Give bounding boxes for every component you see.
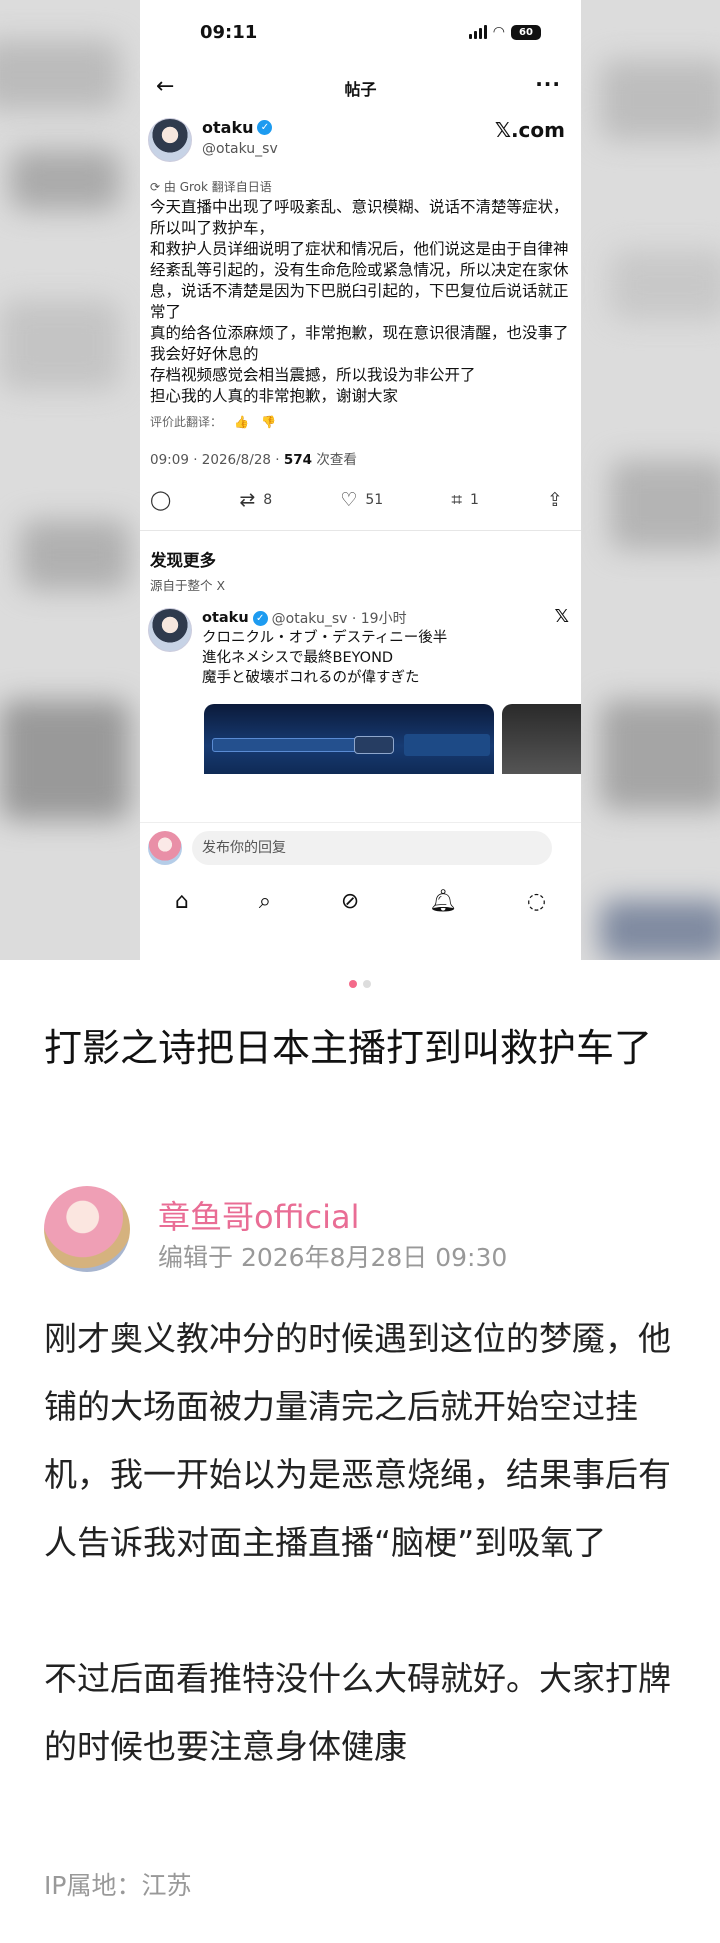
tweet-text-content: 今天直播中出现了呼吸紊乱、意识模糊、说话不清楚等症状，所以叫了救护车， 和救护人… — [150, 198, 569, 405]
grok-icon: ⟳ — [150, 180, 161, 194]
status-bar: 09:11 ◠ 60 — [140, 0, 581, 66]
bookmark-button[interactable]: ⌗ 1 — [451, 489, 479, 511]
embedded-screenshot[interactable]: 09:11 ◠ 60 ← 帖子 ··· otaku ✓ @otaku_sv 𝕏.… — [0, 0, 720, 960]
bottom-nav: ⌂ ⌕ ⊘ 🔔︎ ◌ — [140, 876, 581, 926]
avatar[interactable] — [44, 1186, 130, 1272]
status-time: 09:11 — [200, 22, 258, 43]
grok-icon[interactable]: ⊘ — [341, 889, 359, 914]
ip-location: IP属地：江苏 — [44, 1871, 192, 1900]
notification-icon[interactable]: 🔔︎ — [429, 889, 457, 914]
reply-bar: 发布你的回复 — [140, 822, 581, 876]
rec-media-image-2[interactable] — [502, 704, 581, 774]
retweet-icon: ⇄ — [239, 489, 256, 511]
tweet-timestamp: 09:09 · 2026/8/28 · — [150, 452, 284, 468]
divider — [140, 530, 581, 531]
views-count: 574 — [283, 452, 313, 468]
verified-icon: ✓ — [252, 610, 268, 626]
post-body: 刚才奥义教冲分的时候遇到这位的梦魇，他铺的大场面被力量清完之后就开始空过挂机，我… — [44, 1319, 671, 1766]
retweet-count: 8 — [263, 492, 273, 508]
home-icon[interactable]: ⌂ — [175, 889, 189, 914]
bookmark-count: 1 — [470, 492, 479, 508]
like-count: 51 — [365, 492, 384, 508]
rec-author-name: otaku — [202, 610, 249, 626]
translation-rating: 评价此翻译： 👍 👎 — [140, 413, 581, 430]
post-title: 打影之诗把日本主播打到叫救护车了 — [44, 1026, 653, 1070]
thumbs-up-icon[interactable]: 👍 — [234, 415, 249, 429]
author-name: otaku — [202, 118, 254, 137]
bookmark-icon: ⌗ — [451, 489, 463, 511]
carousel-dots — [0, 980, 720, 988]
message-icon[interactable]: ◌ — [527, 889, 546, 914]
avatar — [148, 831, 182, 865]
heart-icon: ♡ — [340, 489, 358, 511]
tweet-author[interactable]: otaku ✓ @otaku_sv 𝕏.com — [140, 108, 581, 172]
search-icon[interactable]: ⌕ — [259, 889, 271, 914]
tweet-text: 今天直播中出现了呼吸紊乱、意识模糊、说话不清楚等症状，所以叫了救护车， 和救护人… — [140, 195, 581, 407]
thumbs-down-icon[interactable]: 👎 — [261, 415, 276, 429]
media-button — [354, 736, 394, 754]
share-icon: ⇪ — [547, 489, 563, 511]
retweet-button[interactable]: ⇄ 8 — [239, 489, 272, 511]
views-label: 次查看 — [312, 452, 357, 468]
top-bar: ← 帖子 ··· — [140, 66, 581, 108]
author-name[interactable]: 章鱼哥official — [158, 1192, 360, 1238]
recommended-tweet[interactable]: otaku ✓ @otaku_sv · 19小时 𝕏 クロニクル・オブ・デスティ… — [140, 604, 581, 774]
more-icon[interactable]: ··· — [535, 72, 561, 96]
phone-screen: 09:11 ◠ 60 ← 帖子 ··· otaku ✓ @otaku_sv 𝕏.… — [140, 0, 581, 960]
signal-icon — [468, 25, 487, 39]
rate-label: 评价此翻译： — [150, 415, 223, 429]
rec-tweet-text: クロニクル・オブ・デスティニー後半 進化ネメシスで最終BEYOND 魔手と破壊ボ… — [202, 630, 448, 686]
translate-note: ⟳ 由 Grok 翻译自日语 — [140, 178, 581, 195]
discover-subtitle: 源自于整个 X — [150, 578, 226, 593]
battery-icon: 60 — [511, 24, 541, 40]
verified-icon: ✓ — [257, 120, 273, 135]
edit-time: 编辑于 2026年8月28日 09:30 — [158, 1243, 508, 1272]
rec-media-image[interactable] — [204, 704, 494, 774]
reply-button[interactable]: ◯ — [150, 489, 171, 511]
avatar[interactable] — [148, 118, 192, 162]
reply-input[interactable]: 发布你的回复 — [192, 831, 552, 865]
tweet-meta: 09:09 · 2026/8/28 · 574 次查看 — [140, 448, 581, 468]
avatar[interactable] — [148, 608, 192, 652]
x-logo-icon: 𝕏 — [554, 606, 569, 627]
tweet-actions: ◯ ⇄ 8 ♡ 51 ⌗ 1 ⇪ — [140, 486, 581, 514]
carousel-dot-active[interactable] — [349, 980, 357, 988]
author-profile[interactable]: 章鱼哥official 编辑于 2026年8月28日 09:30 — [44, 1186, 684, 1276]
author-handle: @otaku_sv — [202, 141, 278, 157]
share-button[interactable]: ⇪ — [547, 489, 563, 511]
like-button[interactable]: ♡ 51 — [340, 489, 383, 511]
header-title: 帖子 — [344, 80, 377, 99]
carousel-dot[interactable] — [363, 980, 371, 988]
rec-handle-time: @otaku_sv · 19小时 — [271, 611, 407, 627]
x-logo: 𝕏.com — [494, 118, 565, 142]
translate-note-text: 由 Grok 翻译自日语 — [163, 180, 272, 194]
media-panel — [404, 734, 490, 756]
comment-icon: ◯ — [150, 489, 172, 511]
wifi-icon: ◠ — [492, 24, 505, 40]
discover-title: 发现更多 — [150, 551, 216, 570]
